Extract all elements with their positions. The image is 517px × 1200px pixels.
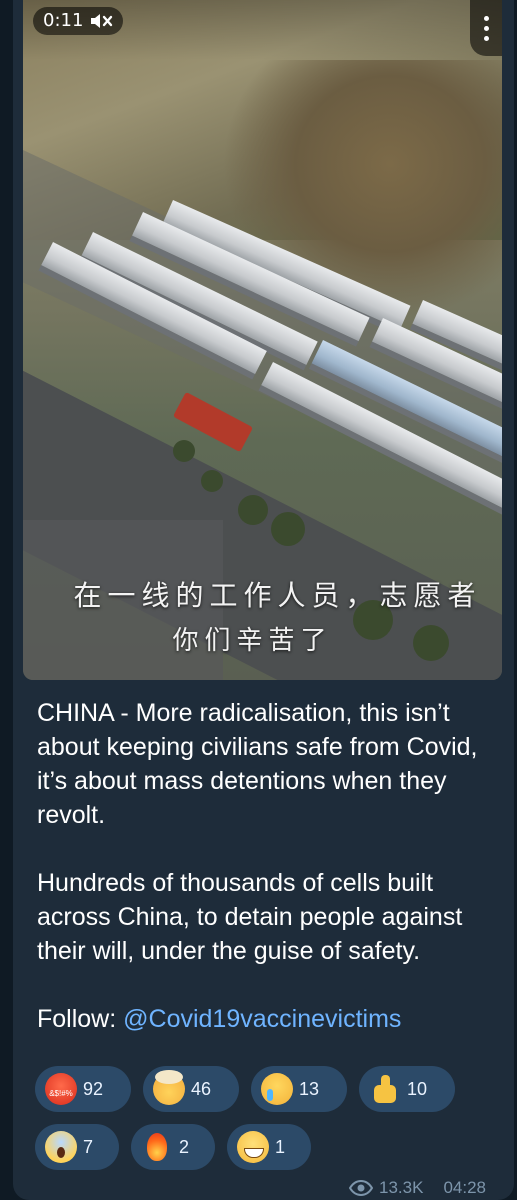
message-meta: 13.3K 04:28 [349, 1178, 486, 1198]
reaction-count: 46 [191, 1078, 212, 1099]
reaction-thumbs-up[interactable]: 10 [359, 1066, 455, 1112]
video-subtitle-line2: 你们辛苦了 [172, 626, 333, 656]
grinning-face-icon [237, 1131, 269, 1163]
reaction-count: 10 [407, 1078, 428, 1099]
more-options-icon[interactable] [470, 0, 502, 56]
reaction-grinning[interactable]: 1 [227, 1124, 311, 1170]
message-time: 04:28 [443, 1178, 486, 1197]
video-frame-tree [238, 495, 268, 525]
video-duration-badge[interactable]: 0:11 [33, 7, 124, 35]
follow-line: Follow: @Covid19vaccinevictims [37, 1002, 507, 1036]
reaction-fire[interactable]: 2 [131, 1124, 215, 1170]
crying-face-icon [261, 1073, 293, 1105]
follow-label: Follow: [37, 1005, 117, 1033]
menu-dot [483, 15, 489, 21]
message-paragraph-1: CHINA - More radicalisation, this isn’t … [37, 699, 478, 829]
video-player[interactable]: 在一线的工作人员，志愿者 你们辛苦了 0:11 [23, 0, 502, 680]
video-subtitle-line1: 在一线的工作人员，志愿者 [73, 579, 482, 612]
reaction-count: 92 [83, 1078, 104, 1099]
reaction-angry-cursing[interactable]: 92 [35, 1066, 131, 1112]
exploding-head-icon [153, 1070, 185, 1105]
video-frame-tree [173, 440, 195, 462]
video-frame-tree [201, 470, 223, 492]
screaming-face-icon [45, 1131, 77, 1163]
muted-speaker-icon[interactable] [89, 11, 113, 31]
reactions-bar: 92 46 13 10 7 2 1 [35, 1066, 505, 1170]
views-eye-icon [349, 1180, 374, 1196]
video-frame-tree [271, 512, 305, 546]
message-paragraph-2: Hundreds of thousands of cells built acr… [37, 869, 463, 965]
angry-cursing-face-icon [45, 1073, 77, 1105]
reaction-screaming[interactable]: 7 [35, 1124, 119, 1170]
channel-mention-link[interactable]: @Covid19vaccinevictims [123, 1005, 401, 1033]
reaction-count: 13 [299, 1078, 320, 1099]
views-count: 13.3K [379, 1178, 424, 1197]
message-bubble[interactable]: 在一线的工作人员，志愿者 你们辛苦了 0:11 CHINA - More rad… [13, 0, 514, 1200]
reaction-crying[interactable]: 13 [251, 1066, 347, 1112]
menu-dot [483, 35, 489, 41]
menu-dot [483, 25, 489, 31]
reaction-count: 2 [179, 1136, 190, 1157]
thumbs-up-icon [369, 1073, 401, 1105]
fire-icon [141, 1131, 173, 1163]
reaction-exploding-head[interactable]: 46 [143, 1066, 239, 1112]
reaction-count: 7 [83, 1136, 94, 1157]
video-duration: 0:11 [43, 10, 84, 31]
message-text: CHINA - More radicalisation, this isn’t … [37, 696, 507, 1036]
reaction-count: 1 [275, 1136, 286, 1157]
